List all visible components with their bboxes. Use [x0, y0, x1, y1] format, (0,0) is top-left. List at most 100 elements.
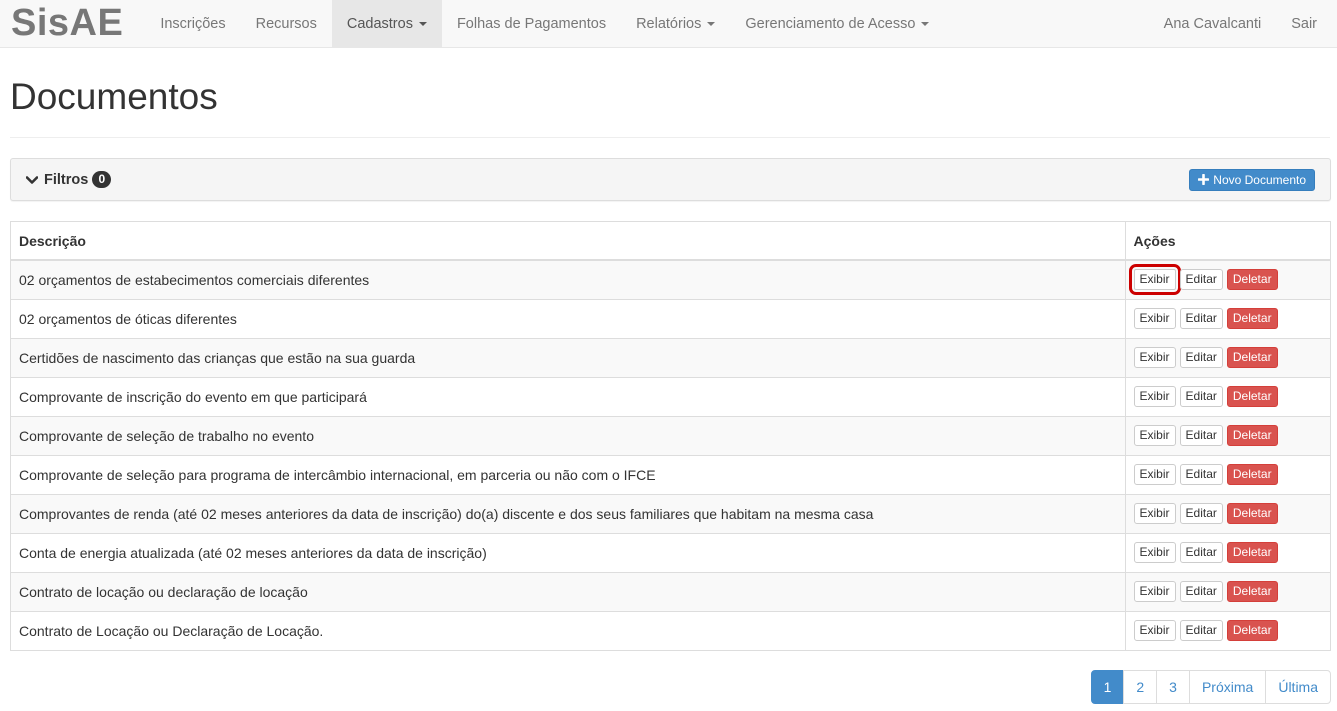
- edit-button[interactable]: Editar: [1179, 542, 1223, 563]
- delete-button[interactable]: Deletar: [1226, 308, 1278, 329]
- row-actions: Exibir Editar Deletar: [1125, 493, 1330, 533]
- filters-label: Filtros: [44, 171, 89, 188]
- user-nav: Ana Cavalcanti Sair: [1149, 0, 1337, 47]
- nav-item-label: Cadastros: [346, 15, 413, 32]
- page-link-3[interactable]: 3: [1156, 670, 1190, 704]
- document-description: Comprovante de seleção para programa de …: [11, 454, 1126, 494]
- nav-item-gerenciamento-de-acesso[interactable]: Gerenciamento de Acesso: [730, 0, 944, 47]
- table-row: 02 orçamentos de estabecimentos comercia…: [11, 260, 1330, 299]
- view-button[interactable]: Exibir: [1133, 620, 1176, 642]
- view-button[interactable]: Exibir: [1133, 581, 1176, 602]
- table-row: Comprovante de seleção para programa de …: [11, 454, 1330, 494]
- table-row: Contrato de Locação ou Declaração de Loc…: [11, 610, 1330, 650]
- view-button[interactable]: Exibir: [1133, 308, 1176, 329]
- row-actions: Exibir Editar Deletar: [1125, 454, 1330, 494]
- nav-item-label: Relatórios: [636, 15, 702, 32]
- nav-item-inscricoes[interactable]: Inscrições: [145, 0, 240, 47]
- nav-item-cadastros[interactable]: Cadastros: [331, 0, 442, 47]
- view-button[interactable]: Exibir: [1133, 503, 1176, 524]
- logout-link[interactable]: Sair: [1276, 0, 1332, 47]
- nav-item-folhas-de-pagamentos[interactable]: Folhas de Pagamentos: [442, 0, 621, 47]
- row-actions: Exibir Editar Deletar: [1125, 532, 1330, 572]
- delete-button[interactable]: Deletar: [1226, 542, 1278, 563]
- view-button[interactable]: Exibir: [1133, 542, 1176, 563]
- table-body: 02 orçamentos de estabecimentos comercia…: [11, 260, 1330, 650]
- nav-item-relatorios[interactable]: Relatórios: [621, 0, 730, 47]
- document-description: Certidões de nascimento das crianças que…: [11, 337, 1126, 377]
- edit-button[interactable]: Editar: [1179, 386, 1223, 407]
- main-nav: Inscrições Recursos Cadastros Folhas de Pag…: [145, 0, 944, 47]
- next-page-link[interactable]: Próxima: [1188, 670, 1267, 704]
- edit-button[interactable]: Editar: [1179, 269, 1223, 291]
- edit-button[interactable]: Editar: [1179, 620, 1223, 642]
- row-actions: Exibir Editar Deletar: [1125, 260, 1330, 299]
- document-description: 02 orçamentos de óticas diferentes: [11, 298, 1126, 338]
- delete-button[interactable]: Deletar: [1226, 581, 1278, 602]
- document-description: Comprovante de inscrição do evento em qu…: [11, 376, 1126, 416]
- delete-button[interactable]: Deletar: [1226, 620, 1278, 642]
- nav-item-recursos[interactable]: Recursos: [241, 0, 332, 47]
- filters-count-badge: 0: [92, 171, 112, 188]
- navbar: SisAE Inscrições Recursos Cadastros Folhas …: [0, 0, 1337, 48]
- nav-item-label: Inscrições: [160, 15, 226, 32]
- row-actions: Exibir Editar Deletar: [1125, 337, 1330, 377]
- caret-down-icon: [418, 21, 427, 26]
- row-actions: Exibir Editar Deletar: [1125, 376, 1330, 416]
- table-header-row: Descrição Ações: [11, 222, 1330, 261]
- delete-button[interactable]: Deletar: [1226, 425, 1278, 446]
- page-title: Documentos: [10, 76, 218, 117]
- view-button[interactable]: Exibir: [1133, 386, 1176, 407]
- documents-table: Descrição Ações 02 orçamentos de estabec…: [10, 221, 1331, 651]
- table-row: Comprovantes de renda (até 02 meses ante…: [11, 493, 1330, 533]
- header-description: Descrição: [11, 222, 1126, 261]
- view-button[interactable]: Exibir: [1133, 425, 1176, 446]
- page-link-1[interactable]: 1: [1090, 670, 1125, 704]
- new-document-button[interactable]: Novo Documento: [1189, 168, 1315, 191]
- document-description: Comprovante de seleção de trabalho no ev…: [11, 415, 1126, 455]
- view-button[interactable]: Exibir: [1133, 347, 1176, 368]
- new-document-label: Novo Documento: [1213, 172, 1306, 187]
- filter-panel: Filtros 0 Novo Documento: [10, 158, 1331, 201]
- view-button[interactable]: Exibir: [1133, 464, 1176, 485]
- pagination: 1 2 3 Próxima Última: [1090, 670, 1331, 704]
- table-row: Certidões de nascimento das crianças que…: [11, 337, 1330, 377]
- caret-down-icon: [921, 21, 930, 26]
- nav-item-label: Recursos: [255, 15, 317, 32]
- edit-button[interactable]: Editar: [1179, 464, 1223, 485]
- last-page-link[interactable]: Última: [1265, 670, 1331, 704]
- view-button[interactable]: Exibir: [1128, 264, 1181, 296]
- page-link-2[interactable]: 2: [1123, 670, 1158, 704]
- delete-button[interactable]: Deletar: [1226, 347, 1278, 368]
- edit-button[interactable]: Editar: [1179, 425, 1223, 446]
- delete-button[interactable]: Deletar: [1226, 503, 1278, 524]
- table-row: Conta de energia atualizada (até 02 mese…: [11, 532, 1330, 572]
- table-row: Contrato de locação ou declaração de loc…: [11, 571, 1330, 611]
- edit-button[interactable]: Editar: [1179, 308, 1223, 329]
- row-actions: Exibir Editar Deletar: [1125, 610, 1330, 650]
- delete-button[interactable]: Deletar: [1226, 464, 1278, 485]
- table-row: 02 orçamentos de óticas diferentes Exibir…: [11, 298, 1330, 338]
- row-actions: Exibir Editar Deletar: [1125, 298, 1330, 338]
- document-description: Contrato de locação ou declaração de loc…: [11, 571, 1126, 611]
- caret-down-icon: [707, 21, 716, 26]
- delete-button[interactable]: Deletar: [1226, 269, 1278, 291]
- table-row: Comprovante de inscrição do evento em qu…: [11, 376, 1330, 416]
- edit-button[interactable]: Editar: [1179, 503, 1223, 524]
- chevron-down-icon: [26, 175, 38, 184]
- title-divider: [10, 137, 1330, 138]
- document-description: Comprovantes de renda (até 02 meses ante…: [11, 493, 1126, 533]
- document-description: 02 orçamentos de estabecimentos comercia…: [11, 260, 1126, 299]
- edit-button[interactable]: Editar: [1179, 581, 1223, 602]
- table-row: Comprovante de seleção de trabalho no ev…: [11, 415, 1330, 455]
- filters-toggle[interactable]: Filtros 0: [26, 171, 112, 188]
- row-actions: Exibir Editar Deletar: [1125, 415, 1330, 455]
- user-name-link[interactable]: Ana Cavalcanti: [1149, 0, 1277, 47]
- brand-logo[interactable]: SisAE: [0, 0, 145, 47]
- document-description: Contrato de Locação ou Declaração de Loc…: [11, 610, 1126, 650]
- delete-button[interactable]: Deletar: [1226, 386, 1278, 407]
- plus-icon: [1198, 174, 1210, 185]
- nav-item-label: Gerenciamento de Acesso: [745, 15, 916, 32]
- edit-button[interactable]: Editar: [1179, 347, 1223, 368]
- nav-item-label: Folhas de Pagamentos: [456, 15, 607, 32]
- header-actions: Ações: [1125, 222, 1330, 261]
